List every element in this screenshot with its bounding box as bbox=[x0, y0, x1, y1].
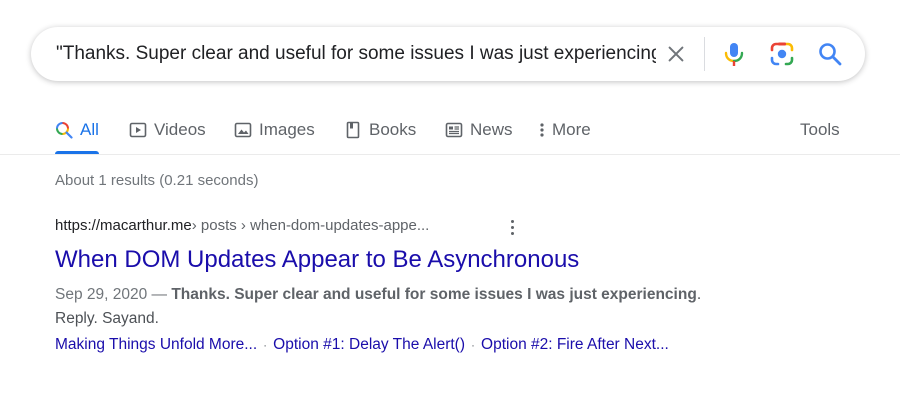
result-options-button[interactable] bbox=[505, 216, 519, 238]
clear-search-button[interactable] bbox=[663, 41, 689, 67]
search-button[interactable] bbox=[816, 40, 844, 68]
newspaper-icon bbox=[445, 121, 463, 139]
result-breadcrumbs: › posts › when-dom-updates-appe... bbox=[191, 217, 430, 234]
more-vert-icon bbox=[537, 121, 547, 139]
result-date: Sep 29, 2020 — bbox=[55, 286, 172, 303]
snippet-trailing: . bbox=[696, 286, 702, 303]
dot bbox=[510, 231, 514, 235]
lens-camera-icon bbox=[770, 42, 794, 66]
search-result: https://macarthur.me › posts › when-dom-… bbox=[55, 214, 815, 357]
result-sitelinks: Making Things Unfold More... · Option #1: … bbox=[55, 333, 815, 357]
tab-videos[interactable]: Videos bbox=[129, 118, 206, 142]
search-icon bbox=[55, 121, 73, 139]
microphone-icon bbox=[724, 43, 744, 66]
dot bbox=[510, 219, 514, 223]
search-tabs: All Videos Images Books News More Tools bbox=[0, 108, 900, 154]
search-icon bbox=[819, 43, 842, 66]
tabs-divider bbox=[0, 154, 900, 155]
search-input[interactable] bbox=[56, 40, 656, 68]
tab-label: More bbox=[552, 120, 591, 139]
close-icon bbox=[668, 46, 684, 62]
tab-images[interactable]: Images bbox=[234, 118, 315, 142]
tools-button[interactable]: Tools bbox=[800, 118, 840, 142]
result-title-link[interactable]: When DOM Updates Appear to Be Asynchrono… bbox=[55, 245, 815, 275]
tab-more[interactable]: More bbox=[537, 118, 591, 142]
search-bar bbox=[31, 27, 865, 81]
sitelink-separator: · bbox=[263, 338, 268, 352]
tab-label: All bbox=[80, 120, 99, 139]
search-bar-separator bbox=[704, 37, 705, 71]
tab-all[interactable]: All bbox=[55, 118, 99, 142]
search-results-page: All Videos Images bbox=[0, 0, 900, 402]
book-icon bbox=[344, 121, 362, 139]
voice-search-button[interactable] bbox=[720, 40, 748, 68]
result-snippet: Sep 29, 2020 — Thanks. Super clear and u… bbox=[55, 283, 815, 331]
result-site: https://macarthur.me bbox=[55, 217, 192, 234]
result-url[interactable]: https://macarthur.me › posts › when-dom-… bbox=[55, 214, 815, 238]
tab-label: Images bbox=[259, 120, 315, 139]
sitelink[interactable]: Option #1: Delay The Alert() bbox=[273, 336, 465, 353]
tab-news[interactable]: News bbox=[445, 118, 513, 142]
tab-label: News bbox=[470, 120, 513, 139]
sitelink[interactable]: Making Things Unfold More... bbox=[55, 336, 257, 353]
result-stats: About 1 results (0.21 seconds) bbox=[55, 172, 259, 189]
tab-label: Books bbox=[369, 120, 417, 139]
dot bbox=[510, 225, 514, 229]
snippet-highlight: Thanks. Super clear and useful for some … bbox=[171, 286, 697, 303]
sitelink-separator: · bbox=[471, 338, 476, 352]
tab-books[interactable]: Books bbox=[344, 118, 416, 142]
tools-label: Tools bbox=[800, 120, 840, 139]
sitelink[interactable]: Option #2: Fire After Next... bbox=[481, 336, 669, 353]
play-icon bbox=[129, 121, 147, 139]
search-by-image-button[interactable] bbox=[768, 40, 796, 68]
image-icon bbox=[234, 121, 252, 139]
tab-label: Videos bbox=[154, 120, 206, 139]
snippet-line-2: Reply. Sayand. bbox=[55, 310, 159, 327]
